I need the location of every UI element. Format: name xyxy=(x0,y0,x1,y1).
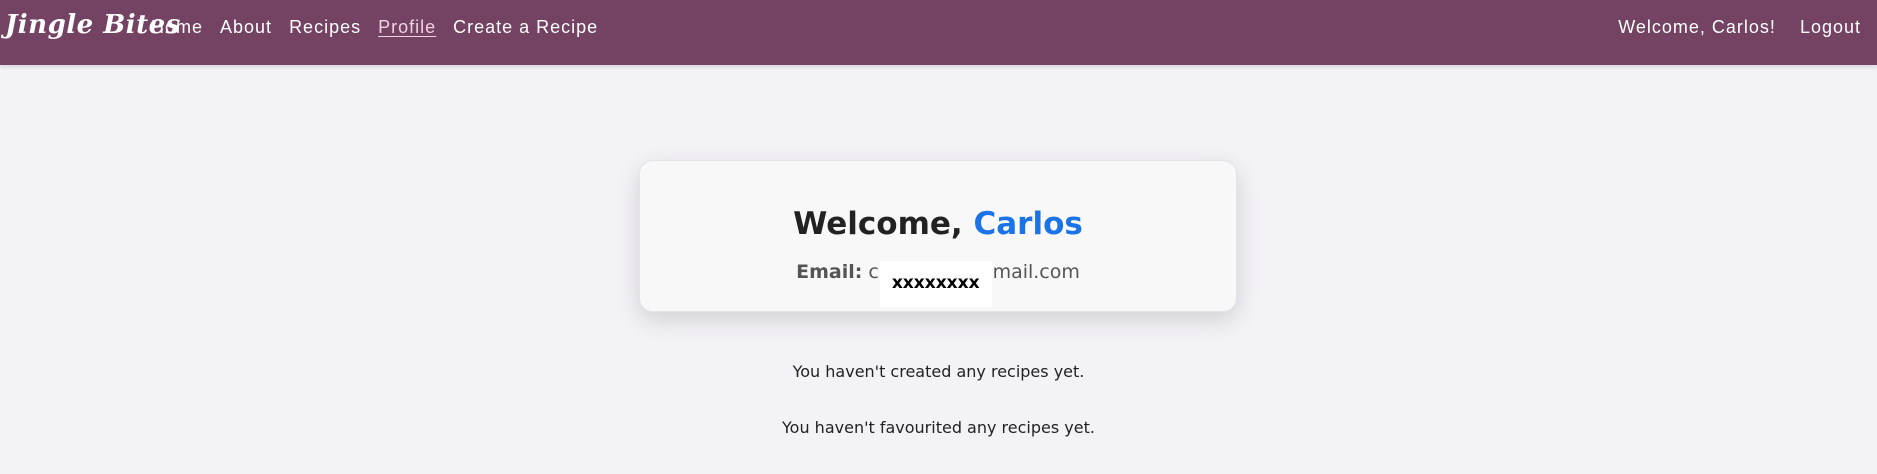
profile-card: Welcome, Carlos Email: c xxxxxxxx mail.com xyxy=(639,160,1237,312)
profile-email-line: Email: c xxxxxxxx mail.com xyxy=(640,260,1236,307)
profile-welcome-heading: Welcome, Carlos xyxy=(640,206,1236,242)
nav-link-recipes[interactable]: Recipes xyxy=(289,16,361,38)
nav-user-area: Welcome, Carlos! Logout xyxy=(1618,16,1861,38)
nav-link-home[interactable]: Home xyxy=(151,16,203,38)
no-created-recipes-message: You haven't created any recipes yet. xyxy=(792,362,1085,381)
profile-user-name: Carlos xyxy=(973,206,1083,242)
nav-links: Home About Recipes Profile Create a Reci… xyxy=(151,16,615,38)
email-label: Email: xyxy=(796,261,863,283)
no-favourited-recipes-message: You haven't favourited any recipes yet. xyxy=(782,418,1095,437)
welcome-user-text: Welcome, Carlos! xyxy=(1618,17,1776,37)
nav-link-create-recipe[interactable]: Create a Recipe xyxy=(453,16,598,38)
email-redaction-box: xxxxxxxx xyxy=(879,261,992,307)
logout-link[interactable]: Logout xyxy=(1800,16,1861,38)
nav-link-profile[interactable]: Profile xyxy=(378,16,436,38)
nav-link-about[interactable]: About xyxy=(220,16,272,38)
top-navbar: Jingle Bites Home About Recipes Profile … xyxy=(0,0,1877,65)
email-value-start: c xyxy=(868,261,879,283)
welcome-prefix: Welcome, xyxy=(793,206,963,242)
email-value-end: mail.com xyxy=(992,261,1080,283)
